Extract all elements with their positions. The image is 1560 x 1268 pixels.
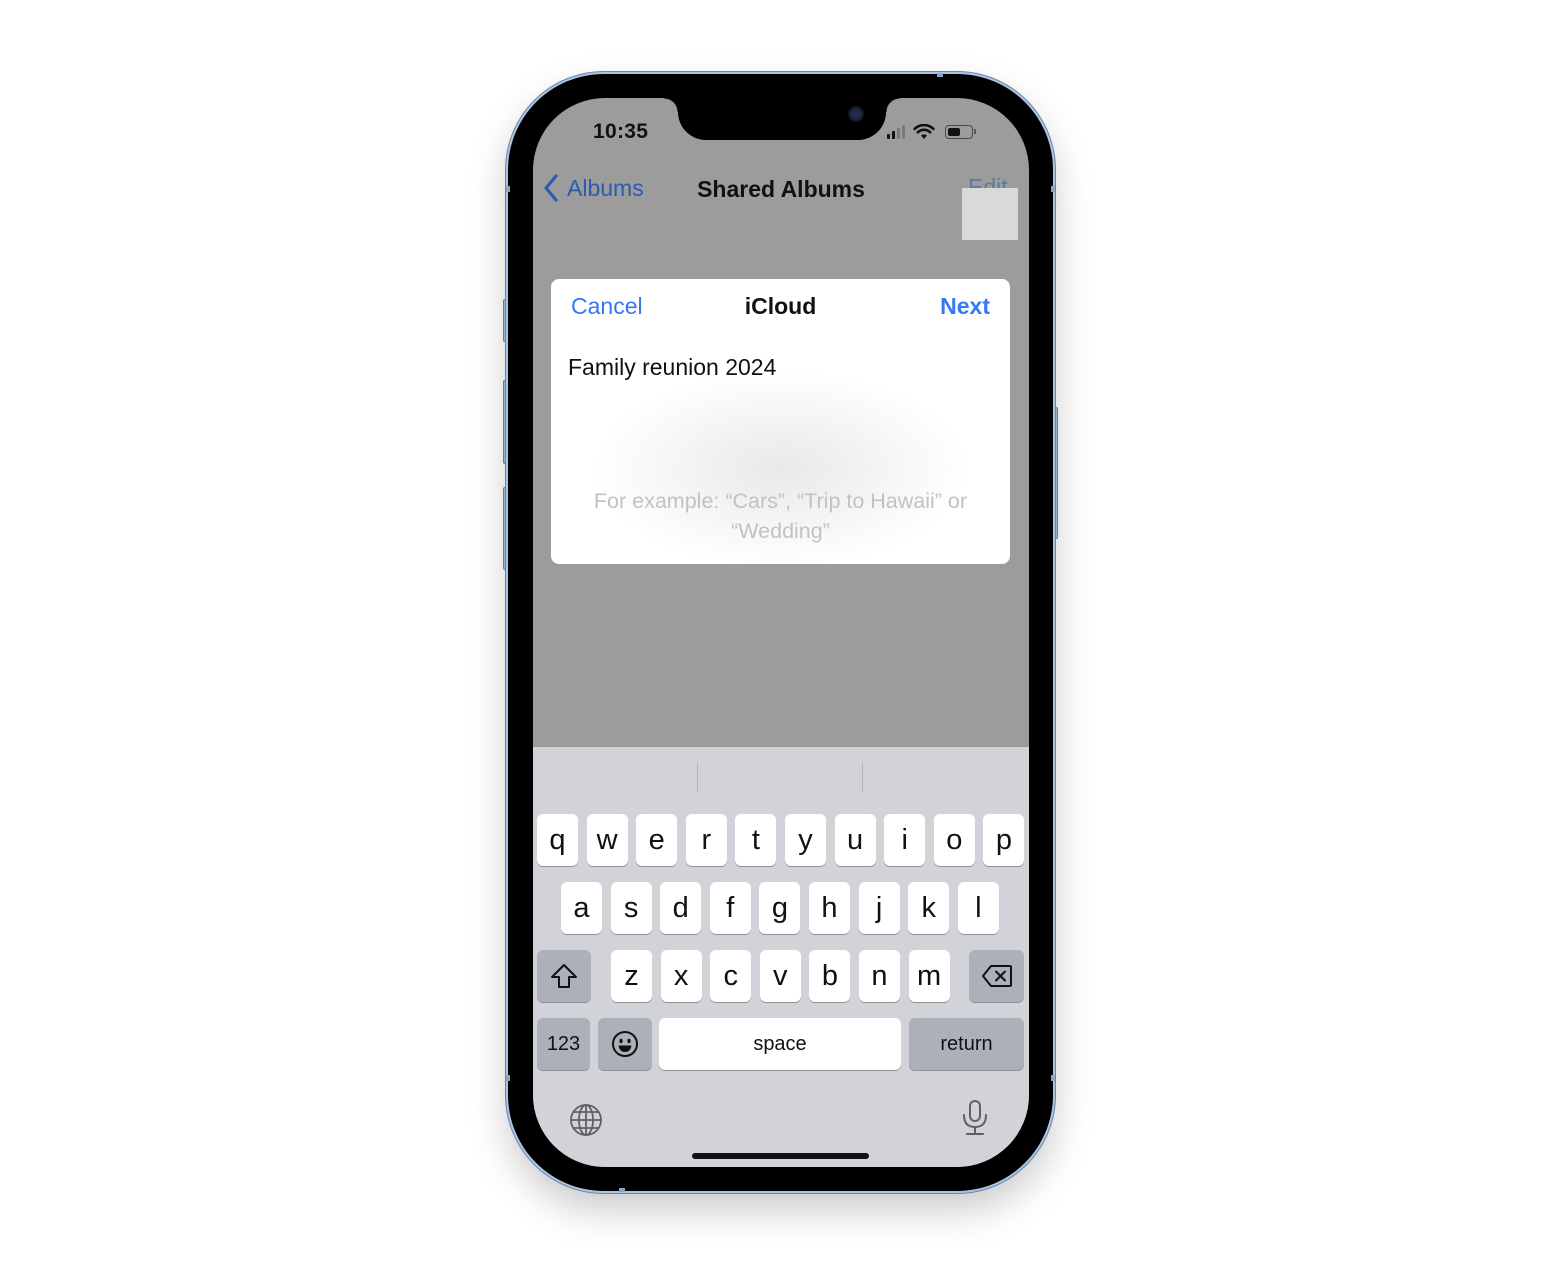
key-w[interactable]: w — [586, 814, 628, 866]
key-u[interactable]: u — [834, 814, 876, 866]
key-m[interactable]: m — [908, 950, 950, 1002]
front-camera — [848, 106, 864, 122]
space-key[interactable]: space — [659, 1018, 901, 1070]
key-d[interactable]: d — [660, 882, 702, 934]
key-v[interactable]: v — [759, 950, 801, 1002]
notch — [664, 98, 900, 140]
key-k[interactable]: k — [908, 882, 950, 934]
antenna-band — [506, 1075, 510, 1081]
antenna-band — [1051, 1075, 1055, 1081]
navigation-bar: Albums Shared Albums Edit — [533, 168, 1029, 216]
emoji-icon — [612, 1031, 638, 1057]
suggestion-divider — [697, 763, 698, 793]
microphone-icon[interactable] — [961, 1099, 989, 1137]
key-s[interactable]: s — [610, 882, 652, 934]
key-q[interactable]: q — [537, 814, 578, 866]
battery-icon — [945, 125, 976, 139]
key-t[interactable]: t — [735, 814, 777, 866]
key-f[interactable]: f — [709, 882, 751, 934]
key-h[interactable]: h — [809, 882, 850, 934]
album-name-hint: For example: “Cars”, “Trip to Hawaii” or… — [593, 489, 968, 543]
power-button — [1053, 407, 1058, 539]
album-name-input[interactable] — [568, 354, 988, 381]
shift-icon — [551, 964, 577, 988]
home-indicator[interactable] — [692, 1153, 869, 1159]
antenna-band — [619, 1188, 625, 1192]
keyboard: qwertyuiop asdfghjkl zxcvbnm 123 space ret… — [533, 747, 1029, 1167]
suggestion-divider — [862, 763, 863, 793]
page-title: Shared Albums — [697, 176, 865, 202]
key-g[interactable]: g — [759, 882, 801, 934]
status-icons — [887, 122, 976, 142]
shift-key[interactable] — [537, 950, 591, 1002]
key-e[interactable]: e — [636, 814, 678, 866]
key-l[interactable]: l — [957, 882, 999, 934]
status-time: 10:35 — [593, 120, 649, 143]
key-z[interactable]: z — [611, 950, 652, 1002]
key-b[interactable]: b — [809, 950, 851, 1002]
wifi-icon — [913, 124, 935, 139]
delete-icon — [981, 965, 1012, 987]
key-p[interactable]: p — [983, 814, 1025, 866]
next-button[interactable]: Next — [940, 293, 990, 320]
key-j[interactable]: j — [858, 882, 900, 934]
globe-icon[interactable] — [569, 1103, 603, 1137]
key-a[interactable]: a — [561, 882, 602, 934]
antenna-band — [1051, 186, 1055, 192]
key-y[interactable]: y — [785, 814, 826, 866]
cellular-signal-icon — [887, 125, 905, 139]
key-n[interactable]: n — [859, 950, 900, 1002]
numbers-key[interactable]: 123 — [537, 1018, 590, 1070]
return-key[interactable]: return — [909, 1018, 1024, 1070]
key-r[interactable]: r — [685, 814, 727, 866]
new-album-dialog: iCloud Cancel Next For example: “Cars”, … — [551, 279, 1010, 564]
antenna-band — [506, 186, 510, 192]
key-x[interactable]: x — [660, 950, 702, 1002]
cancel-button[interactable]: Cancel — [571, 293, 643, 320]
antenna-band — [937, 73, 943, 77]
redaction-box — [962, 188, 1018, 240]
key-o[interactable]: o — [933, 814, 975, 866]
phone-screen: 10:35 Albums Shared Albums Edit iCloud C… — [533, 98, 1029, 1167]
key-i[interactable]: i — [884, 814, 926, 866]
delete-key[interactable] — [969, 950, 1024, 1002]
emoji-key[interactable] — [598, 1018, 652, 1070]
key-c[interactable]: c — [710, 950, 752, 1002]
